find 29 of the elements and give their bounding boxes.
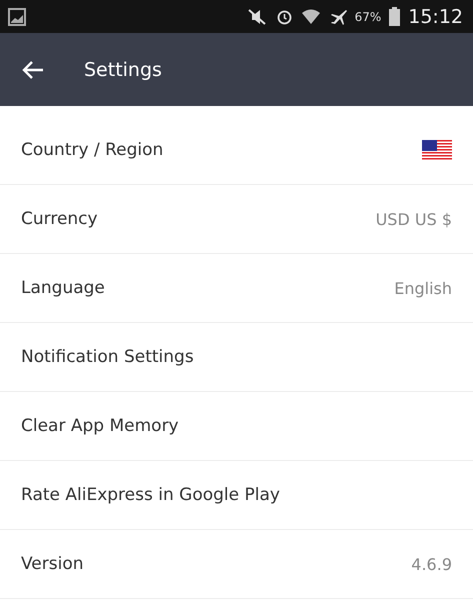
airplane-icon (328, 8, 347, 26)
setting-label: Version (21, 554, 84, 574)
back-button[interactable] (22, 60, 44, 80)
setting-label: Language (21, 278, 105, 298)
settings-row[interactable]: Notification Settings (0, 323, 473, 392)
setting-value: USD US $ (376, 210, 452, 228)
alarm-icon (276, 8, 293, 25)
battery-percent: 67% (354, 10, 382, 24)
setting-label: Clear App Memory (21, 416, 179, 436)
setting-label: Rate AliExpress in Google Play (21, 485, 280, 505)
setting-label: Currency (21, 209, 98, 229)
image-icon (8, 8, 26, 26)
setting-label: Notification Settings (21, 347, 194, 367)
setting-value: 4.6.9 (411, 554, 452, 574)
flag-icon (422, 140, 452, 160)
settings-row[interactable]: Language English (0, 254, 473, 323)
mute-icon (246, 8, 268, 24)
clock-time: 15:12 (408, 6, 463, 28)
wifi-icon (300, 8, 321, 26)
screen-title: Settings (84, 58, 162, 80)
setting-value: English (394, 278, 452, 298)
settings-row[interactable]: Currency USD US $ (0, 185, 473, 254)
back-arrow-icon (22, 60, 44, 80)
settings-row[interactable]: Rate AliExpress in Google Play (0, 461, 473, 530)
battery-icon (389, 7, 400, 26)
setting-label: Country / Region (21, 140, 164, 160)
settings-row[interactable]: Version 4.6.9 (0, 530, 473, 599)
settings-row[interactable]: Clear App Memory (0, 392, 473, 461)
settings-row[interactable]: Country / Region (0, 116, 473, 185)
